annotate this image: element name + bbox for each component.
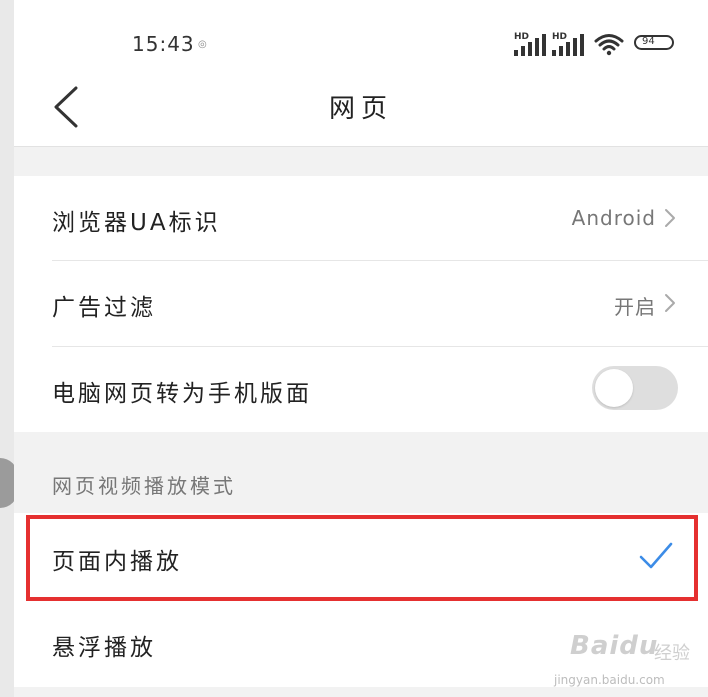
browser-ua-row[interactable]: 浏览器UA标识 Android — [14, 176, 708, 260]
signal-strength-icon-2: HD — [552, 32, 588, 56]
desktop-to-mobile-label: 电脑网页转为手机版面 — [52, 381, 312, 407]
battery-level: 94 — [642, 36, 655, 47]
chevron-right-icon — [665, 294, 675, 312]
left-edge-strip — [0, 0, 14, 697]
page-header: 网页 — [14, 78, 708, 147]
ad-filter-label: 广告过滤 — [52, 295, 156, 321]
baidu-watermark: Baidu 经验 jingyan.baidu.com — [554, 625, 708, 690]
watermark-brand-cn: 经验 — [654, 643, 690, 664]
signal-hd-label: HD — [514, 32, 530, 42]
page-title: 网页 — [328, 94, 393, 124]
watermark-url: jingyan.baidu.com — [554, 673, 665, 687]
watermark-brand: Baidu — [570, 631, 659, 661]
chevron-right-icon — [665, 209, 675, 227]
battery-icon: 94 — [634, 35, 674, 50]
status-bar: 15:43 ◎ HD HD 94 — [14, 0, 708, 78]
ad-filter-row[interactable]: 广告过滤 开启 — [14, 261, 708, 346]
wifi-icon — [594, 34, 624, 56]
notification-icon: ◎ — [198, 39, 207, 50]
desktop-to-mobile-toggle[interactable] — [592, 366, 678, 410]
video-option-floating-label: 悬浮播放 — [52, 635, 156, 661]
toggle-knob — [595, 369, 633, 407]
phone-screen: 15:43 ◎ HD HD 94 网页 浏览器UA标识 Android 广告过滤… — [14, 0, 708, 697]
status-time: 15:43 — [132, 32, 195, 56]
browser-ua-value: Android — [571, 206, 656, 230]
video-mode-section-title: 网页视频播放模式 — [52, 474, 236, 498]
signal-strength-icon: HD — [514, 32, 550, 56]
browser-ua-label: 浏览器UA标识 — [52, 210, 221, 236]
ad-filter-value: 开启 — [614, 295, 656, 319]
highlight-box — [26, 515, 698, 601]
signal-hd-label-2: HD — [552, 32, 568, 42]
